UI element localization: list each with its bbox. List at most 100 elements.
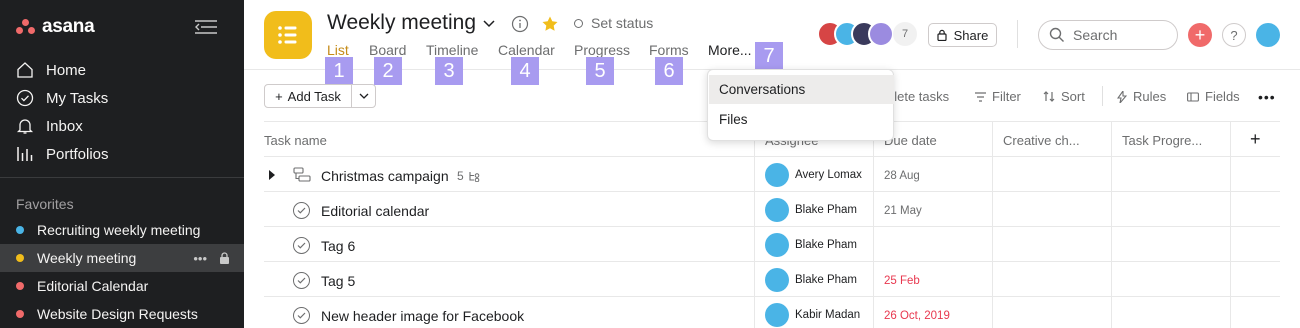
tab-badge-4: 4 xyxy=(511,57,539,85)
lock-icon xyxy=(220,252,229,264)
assignee-name: Blake Pham xyxy=(795,239,858,251)
subtask-icon xyxy=(469,171,479,182)
more-options-icon[interactable]: ••• xyxy=(1258,89,1276,105)
chevron-down-icon xyxy=(359,93,368,99)
set-status-button[interactable]: Set status xyxy=(574,15,653,31)
assignee-name: Kabir Madan xyxy=(795,309,861,321)
tab-forms[interactable]: Forms xyxy=(649,42,689,58)
complete-task-checkbox[interactable] xyxy=(293,272,310,289)
project-color-dot xyxy=(16,310,24,318)
due-date[interactable]: 21 May xyxy=(884,205,922,217)
plus-icon: + xyxy=(1194,25,1206,45)
check-circle-icon xyxy=(16,89,34,107)
tab-more[interactable]: More... xyxy=(708,42,752,58)
subtask-count-value: 5 xyxy=(457,169,464,183)
task-name[interactable]: New header image for Facebook xyxy=(321,308,524,324)
favorite-website-design-requests[interactable]: Website Design Requests xyxy=(0,300,244,328)
menu-item-conversations[interactable]: Conversations xyxy=(709,75,894,104)
favorites-title: Favorites xyxy=(16,196,74,212)
filter-button[interactable]: Filter xyxy=(975,89,1021,104)
status-ring-icon xyxy=(574,18,583,28)
more-tabs-menu: Conversations Files xyxy=(707,69,894,141)
tab-list[interactable]: List xyxy=(327,42,349,58)
assignee-name: Avery Lomax xyxy=(795,169,862,181)
task-name[interactable]: Tag 6 xyxy=(321,238,355,254)
favorite-label: Editorial Calendar xyxy=(37,278,149,294)
add-task-dropdown-button[interactable] xyxy=(351,84,376,108)
assignee-name: Blake Pham xyxy=(795,274,858,286)
project-color-dot xyxy=(16,226,24,234)
due-date[interactable]: 26 Oct, 2019 xyxy=(884,310,950,322)
sidebar-item-label: Inbox xyxy=(46,117,83,135)
tab-board[interactable]: Board xyxy=(369,42,406,58)
list-icon xyxy=(278,26,297,44)
logo-text: asana xyxy=(42,16,95,37)
collapse-sidebar-icon[interactable] xyxy=(193,17,219,37)
expand-caret-icon[interactable] xyxy=(268,170,276,180)
project-color-dot xyxy=(16,254,24,262)
assignee-avatar xyxy=(765,268,789,292)
search-input[interactable]: Search xyxy=(1038,20,1178,50)
asana-logo-icon xyxy=(16,19,36,35)
assignee-cell[interactable]: Blake Pham xyxy=(765,198,857,222)
fields-label: Fields xyxy=(1205,89,1240,104)
add-task-label: Add Task xyxy=(287,88,341,104)
complete-task-checkbox[interactable] xyxy=(293,237,310,254)
fields-icon xyxy=(1187,91,1199,102)
due-date[interactable]: 25 Feb xyxy=(884,275,920,287)
assignee-cell[interactable]: Avery Lomax xyxy=(765,163,862,187)
favorite-recruiting-weekly-meeting[interactable]: Recruiting weekly meeting xyxy=(0,216,244,244)
member-avatar xyxy=(868,21,894,47)
task-name[interactable]: Tag 5 xyxy=(321,273,355,289)
sidebar-item-label: My Tasks xyxy=(46,89,109,107)
search-placeholder: Search xyxy=(1073,27,1118,43)
help-button[interactable]: ? xyxy=(1222,23,1246,47)
favorite-editorial-calendar[interactable]: Editorial Calendar xyxy=(0,272,244,300)
set-status-label: Set status xyxy=(591,15,654,31)
due-date[interactable]: 28 Aug xyxy=(884,170,920,182)
quick-add-button[interactable]: + xyxy=(1188,23,1212,47)
fields-button[interactable]: Fields xyxy=(1187,89,1240,104)
sidebar-item-label: Home xyxy=(46,61,87,79)
info-icon[interactable] xyxy=(511,15,529,33)
incomplete-tasks-button[interactable]: plete tasks xyxy=(887,89,949,104)
assignee-avatar xyxy=(765,163,789,187)
chevron-down-icon[interactable] xyxy=(482,17,496,29)
assignee-cell[interactable]: Blake Pham xyxy=(765,233,857,257)
add-task-button[interactable]: + Add Task xyxy=(264,84,352,108)
subtask-count[interactable]: 5 xyxy=(457,169,481,183)
assignee-cell[interactable]: Kabir Madan xyxy=(765,303,860,327)
complete-task-checkbox[interactable] xyxy=(293,202,310,219)
favorite-label: Recruiting weekly meeting xyxy=(37,222,201,238)
sidebar: asana Home My Tasks Inbox Portfolios Fav… xyxy=(0,0,244,328)
sort-label: Sort xyxy=(1061,89,1085,104)
complete-task-checkbox[interactable] xyxy=(293,307,310,324)
assignee-cell[interactable]: Blake Pham xyxy=(765,268,857,292)
sidebar-item-home[interactable]: Home xyxy=(16,61,86,79)
tab-badge-1: 1 xyxy=(325,57,353,85)
project-icon[interactable] xyxy=(264,11,312,59)
assignee-avatar xyxy=(765,198,789,222)
header-separator xyxy=(1017,20,1018,48)
menu-item-files[interactable]: Files xyxy=(709,105,894,134)
share-button[interactable]: Share xyxy=(928,23,997,47)
tab-progress[interactable]: Progress xyxy=(574,42,630,58)
asana-logo[interactable]: asana xyxy=(16,16,95,38)
task-name[interactable]: Christmas campaign xyxy=(321,168,449,184)
bell-icon xyxy=(16,119,34,134)
sort-button[interactable]: Sort xyxy=(1043,89,1085,104)
tab-badge-3: 3 xyxy=(435,57,463,85)
filter-label: Filter xyxy=(992,89,1021,104)
task-name[interactable]: Editorial calendar xyxy=(321,203,429,219)
sidebar-item-inbox[interactable]: Inbox xyxy=(16,117,83,135)
more-icon[interactable]: ••• xyxy=(193,251,207,266)
tab-timeline[interactable]: Timeline xyxy=(426,42,478,58)
sidebar-item-portfolios[interactable]: Portfolios xyxy=(16,145,109,163)
star-icon[interactable] xyxy=(541,15,559,33)
tab-calendar[interactable]: Calendar xyxy=(498,42,555,58)
sidebar-item-my-tasks[interactable]: My Tasks xyxy=(16,89,108,107)
favorite-weekly-meeting[interactable]: Weekly meeting ••• xyxy=(0,244,244,272)
rules-button[interactable]: Rules xyxy=(1117,89,1166,104)
tab-badge-5: 5 xyxy=(586,57,614,85)
user-avatar[interactable] xyxy=(1256,23,1280,47)
